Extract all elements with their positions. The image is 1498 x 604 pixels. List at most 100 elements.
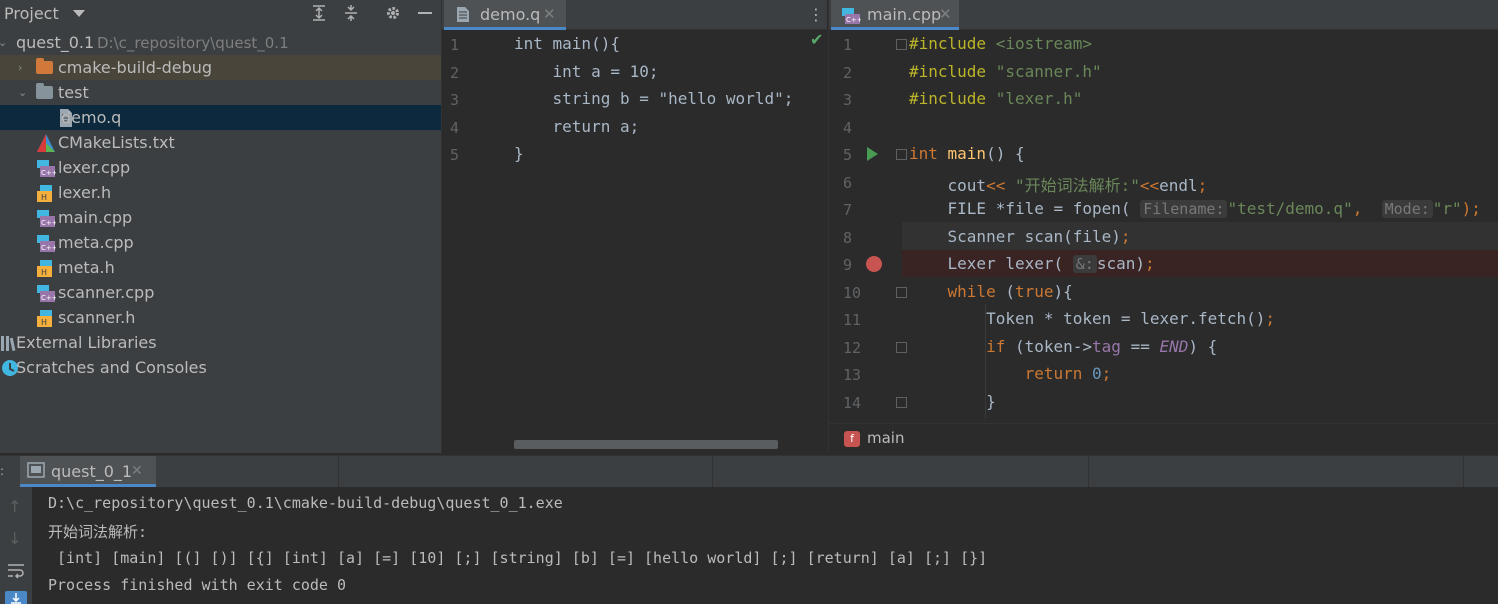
line-number: 13 — [843, 366, 862, 384]
code-line[interactable]: #include <iostream> — [909, 34, 1092, 53]
code-line[interactable]: int a = 10; — [514, 62, 659, 81]
parameter-hint: &: — [1072, 255, 1097, 273]
fold-marker-icon[interactable] — [896, 341, 907, 353]
code-line[interactable]: #include "lexer.h" — [909, 89, 1082, 108]
tree-item-cpp-file[interactable]: C++ lexer.cpp — [0, 155, 441, 180]
tree-item-cpp-file[interactable]: C++ meta.cpp — [0, 230, 441, 255]
folder-icon — [36, 58, 53, 74]
code-line[interactable]: FILE *file = fopen( Filename: "test/demo.… — [909, 199, 1481, 218]
close-icon[interactable]: ✕ — [543, 5, 556, 23]
soft-wrap-icon[interactable] — [6, 561, 26, 585]
horizontal-scrollbar[interactable] — [514, 440, 778, 449]
close-icon[interactable]: ✕ — [131, 463, 143, 479]
tree-item-external-libraries[interactable]: External Libraries — [0, 330, 441, 355]
cpp-file-icon: C++ — [36, 283, 58, 303]
tree-item-label: meta.h — [58, 258, 115, 277]
code-token: } — [909, 391, 996, 411]
tree-item-folder[interactable]: › cmake-build-debug — [0, 55, 441, 80]
editor-demo-q[interactable]: demo.q ✕ ⋮ ✔ 1 2 3 4 5 int main(){ int a = 10… — [441, 0, 827, 453]
tree-item-cmake-file[interactable]: CMakeLists.txt — [0, 130, 441, 155]
cpp-file-icon: C++ — [36, 233, 58, 253]
run-icon[interactable] — [867, 147, 878, 161]
editor-tab-bar: C++ main.cpp ✕ — [829, 0, 1498, 30]
code-token: while — [909, 281, 1006, 301]
code-line[interactable]: Token * token = lexer.fetch(); — [909, 309, 1275, 328]
line-number: 5 — [450, 146, 460, 164]
chevron-down-icon[interactable]: ⌄ — [18, 86, 27, 99]
code-line[interactable]: Scanner scan(file); — [909, 227, 1131, 246]
expand-all-icon[interactable] — [309, 4, 329, 24]
tree-item-file[interactable]: demo.q — [0, 105, 441, 130]
folder-icon — [36, 83, 53, 99]
chevron-right-icon[interactable]: › — [18, 61, 22, 74]
code-line[interactable]: while (true){ — [909, 282, 1073, 301]
divider — [1463, 456, 1464, 487]
code-line[interactable]: } — [909, 392, 996, 411]
run-tab-label: quest_0_1 — [51, 462, 133, 481]
code-line[interactable]: return 0; — [909, 364, 1112, 383]
minimize-icon[interactable] — [415, 4, 435, 24]
breadcrumb-function[interactable]: main — [867, 429, 904, 447]
code-token: "scanner.h" — [995, 61, 1102, 81]
cpp-file-icon: C++ — [841, 5, 863, 29]
close-icon[interactable]: ✕ — [939, 5, 952, 23]
divider — [1088, 456, 1089, 487]
up-arrow-icon[interactable]: ↑ — [8, 497, 21, 516]
fold-marker-icon[interactable] — [896, 149, 907, 160]
chevron-down-icon[interactable] — [73, 10, 85, 17]
fold-marker-icon[interactable] — [896, 396, 907, 408]
scroll-to-end-icon[interactable] — [5, 591, 27, 604]
code-line[interactable]: int main(){ — [514, 34, 620, 53]
gear-icon[interactable] — [383, 4, 403, 24]
code-line[interactable]: int main() { — [909, 144, 1025, 163]
tree-item-label: scanner.cpp — [58, 283, 155, 302]
code-line[interactable]: if (token->tag == END) { — [909, 337, 1217, 356]
breakpoint-icon[interactable] — [866, 256, 882, 272]
console-line: [int] [main] [(] [)] [{] [int] [a] [=] [… — [48, 548, 988, 567]
fold-marker-icon[interactable] — [896, 286, 907, 298]
run-toolbar: ↑ ↓ — [0, 487, 32, 604]
tab-demo-q[interactable]: demo.q ✕ — [444, 0, 566, 30]
header-file-icon: H — [36, 308, 56, 328]
svg-text:H: H — [41, 268, 47, 277]
code-token: << — [986, 175, 1015, 195]
code-line[interactable]: #include "scanner.h" — [909, 62, 1102, 81]
tab-main-cpp[interactable]: C++ main.cpp ✕ — [831, 0, 959, 30]
code-token: "test/demo.q" — [1227, 199, 1353, 218]
tree-item-cpp-file[interactable]: C++ scanner.cpp — [0, 280, 441, 305]
tree-item-header-file[interactable]: Hlexer.h — [0, 180, 441, 205]
chevron-down-icon[interactable]: ⌄ — [0, 36, 7, 49]
check-icon: ✔ — [810, 30, 824, 49]
code-line[interactable]: } — [514, 144, 524, 163]
console-line: D:\c_repository\quest_0.1\cmake-build-de… — [48, 494, 563, 512]
fold-marker-icon[interactable] — [896, 39, 907, 50]
code-token: == — [1120, 336, 1160, 356]
code-line[interactable]: cout<< "开始词法解析:"<<endl; — [909, 172, 1208, 196]
project-title[interactable]: Project — [4, 4, 59, 23]
code-token: "lexer.h" — [995, 89, 1083, 108]
tree-item-cpp-file[interactable]: C++ main.cpp — [0, 205, 441, 230]
tree-item-scratches-and-consoles[interactable]: Scratches and Consoles — [0, 355, 441, 380]
header-file-icon: H — [36, 183, 56, 203]
line-number: 14 — [843, 393, 862, 412]
code-token: endl — [1159, 175, 1198, 195]
code-token: scan) — [1096, 254, 1145, 273]
code-line[interactable]: Lexer lexer( &: scan); — [909, 254, 1155, 273]
tab-run-config[interactable]: quest_0_1 ✕ — [20, 456, 156, 487]
run-tab-bar: : quest_0_1 ✕ — [0, 456, 1498, 487]
cmake-file-icon — [36, 133, 56, 153]
collapse-all-icon[interactable] — [341, 4, 361, 24]
code-line[interactable]: return a; — [514, 117, 640, 136]
tree-item-header-file[interactable]: Hscanner.h — [0, 305, 441, 330]
code-line[interactable]: string b = "hello world"; — [514, 89, 794, 108]
editor-main-cpp[interactable]: C++ main.cpp ✕ 1 2 3 4 5 6 7 8 9 10 11 12 13 14 #inclu… — [828, 0, 1498, 453]
tree-item-folder[interactable]: ⌄ test — [0, 80, 441, 105]
svg-text:C++: C++ — [846, 16, 861, 24]
line-number: 5 — [843, 146, 853, 164]
more-options-icon[interactable]: ⋮ — [808, 5, 824, 24]
tree-item-header-file[interactable]: Hmeta.h — [0, 255, 441, 280]
down-arrow-icon[interactable]: ↓ — [8, 529, 21, 548]
tree-item-project-root[interactable]: ⌄ quest_0.1 D:\c_repository\quest_0.1 — [0, 30, 441, 55]
code-token: ) { — [1188, 336, 1218, 356]
code-token: int a = 10; — [514, 61, 659, 81]
